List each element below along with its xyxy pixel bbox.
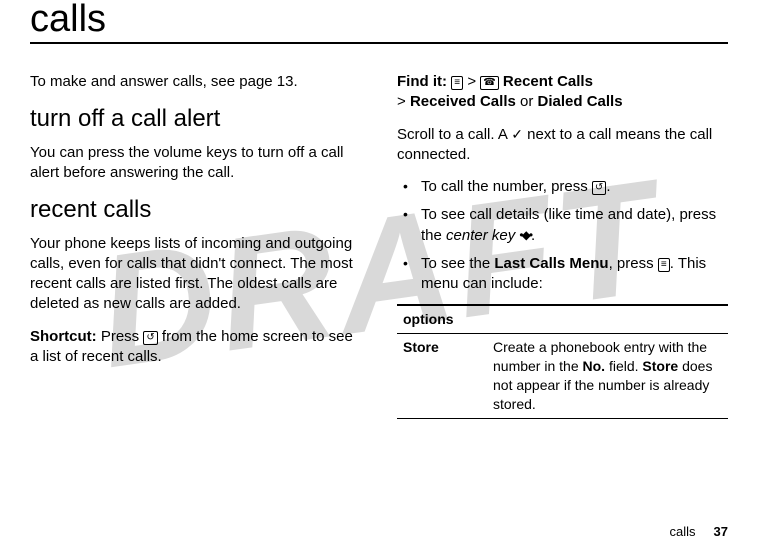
find-it-line2-pre: > <box>397 93 410 110</box>
page-content: calls To make and answer calls, see page… <box>0 0 758 431</box>
r1-mid: field. <box>605 358 642 374</box>
shortcut-label: Shortcut: <box>30 328 97 345</box>
send-key-icon: ↺ <box>143 331 157 345</box>
recent-calls-icon: ☎ <box>480 76 498 90</box>
columns: To make and answer calls, see page 13. t… <box>30 72 728 419</box>
r1-no: No. <box>583 358 606 374</box>
checkmark-icon: ✓ <box>511 125 523 144</box>
bullet-call-number: To call the number, press ↺. <box>421 177 728 197</box>
scroll-pre: Scroll to a call. A <box>397 126 511 143</box>
recent-calls-body: Your phone keeps lists of incoming and o… <box>30 234 361 315</box>
section-recent-calls: recent calls <box>30 197 361 223</box>
page-footer: calls 37 <box>670 524 728 539</box>
find-it-gt: > <box>463 73 480 90</box>
find-it-received: Received Calls <box>410 93 516 110</box>
send-key-icon: ↺ <box>592 181 606 195</box>
find-it-or: or <box>516 93 538 110</box>
bullet-last-calls-menu: To see the Last Calls Menu, press ≡. Thi… <box>421 254 728 295</box>
page-number: 37 <box>714 524 728 539</box>
find-it-line: Find it: ≡ > ☎ Recent Calls > Received C… <box>397 72 728 113</box>
turn-off-alert-body: You can press the volume keys to turn of… <box>30 143 361 184</box>
r1-store: Store <box>642 358 678 374</box>
b2-center-key: center key <box>446 227 515 244</box>
table-header-row: options <box>397 305 728 333</box>
bullet-call-details: To see call details (like time and date)… <box>421 205 728 246</box>
shortcut-pre: Press <box>97 328 144 345</box>
b2-post: . <box>531 227 535 244</box>
options-table: options Store Create a phonebook entry w… <box>397 304 728 418</box>
b3-pre: To see the <box>421 255 494 272</box>
intro-text: To make and answer calls, see page 13. <box>30 72 361 92</box>
table-row: Store Create a phonebook entry with the … <box>397 334 728 419</box>
footer-label: calls <box>670 524 696 539</box>
center-key-icon: •◆• <box>519 227 531 243</box>
b1-post: . <box>606 178 610 195</box>
column-right: Find it: ≡ > ☎ Recent Calls > Received C… <box>397 72 728 419</box>
b1-pre: To call the number, press <box>421 178 592 195</box>
option-store-label: Store <box>397 334 487 419</box>
menu-key-icon: ≡ <box>658 258 670 272</box>
shortcut-line: Shortcut: Press ↺ from the home screen t… <box>30 327 361 368</box>
find-it-label: Find it: <box>397 73 447 90</box>
b3-menu: Last Calls Menu <box>494 255 608 272</box>
section-turn-off-alert: turn off a call alert <box>30 106 361 132</box>
menu-key-icon: ≡ <box>451 76 463 90</box>
options-header: options <box>397 305 728 333</box>
find-it-dialed: Dialed Calls <box>538 93 623 110</box>
b3-mid: , press <box>609 255 658 272</box>
column-left: To make and answer calls, see page 13. t… <box>30 72 361 419</box>
scroll-line: Scroll to a call. A ✓ next to a call mea… <box>397 125 728 166</box>
option-store-desc: Create a phonebook entry with the number… <box>487 334 728 419</box>
bullet-list: To call the number, press ↺. To see call… <box>397 177 728 294</box>
chapter-title: calls <box>30 0 728 44</box>
find-it-recent: Recent Calls <box>499 73 593 90</box>
